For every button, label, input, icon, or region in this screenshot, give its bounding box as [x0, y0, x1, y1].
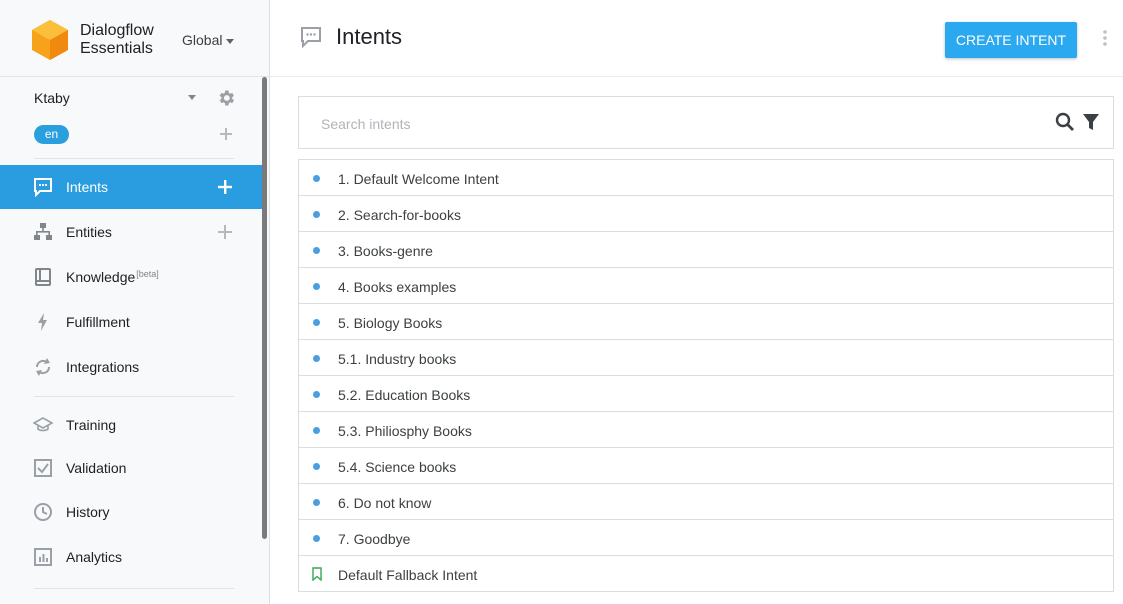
beta-badge: [beta] [136, 269, 159, 279]
region-label: Global [182, 32, 223, 48]
intent-row[interactable]: 5.1. Industry books [299, 340, 1113, 376]
sidebar-item-label: Analytics [66, 549, 123, 565]
search-bar [298, 96, 1114, 149]
status-dot-icon [313, 211, 320, 218]
bar-chart-icon [34, 548, 52, 566]
status-dot-icon [313, 499, 320, 506]
product-name-line1: Dialogflow [80, 22, 154, 39]
sidebar-item-label: Entities [66, 224, 112, 240]
sidebar-scrollbar[interactable] [262, 77, 267, 539]
intent-name: 3. Books-genre [338, 243, 433, 259]
intent-name: Default Fallback Intent [338, 567, 478, 583]
intent-row[interactable]: 6. Do not know [299, 484, 1113, 520]
add-entity-icon[interactable] [217, 224, 233, 240]
sidebar-item-training[interactable]: Training [0, 403, 263, 447]
page-title: Intents [336, 24, 403, 49]
gear-icon[interactable] [216, 88, 236, 108]
intent-list: 1. Default Welcome Intent 2. Search-for-… [298, 159, 1114, 592]
product-name-line2: Essentials [80, 40, 153, 57]
status-dot-icon [313, 283, 320, 290]
brand-header: Dialogflow Essentials Global [0, 0, 270, 77]
status-dot-icon [313, 247, 320, 254]
clock-icon [34, 503, 52, 521]
intent-name: 5. Biology Books [338, 315, 443, 331]
filter-icon[interactable] [1082, 113, 1100, 131]
sidebar-divider [34, 396, 234, 397]
agent-dropdown-icon[interactable] [188, 95, 196, 100]
header-divider [270, 76, 1123, 77]
intent-name: 5.2. Education Books [338, 387, 471, 403]
chat-bubble-icon [301, 27, 321, 48]
status-dot-icon [313, 535, 320, 542]
intent-name: 4. Books examples [338, 279, 457, 295]
add-intent-icon[interactable] [217, 179, 233, 195]
status-dot-icon [313, 175, 320, 182]
sidebar-item-fulfillment[interactable]: Fulfillment [0, 300, 263, 344]
sidebar-item-label: Validation [66, 460, 127, 476]
search-input[interactable] [321, 113, 1021, 135]
intent-name: 6. Do not know [338, 495, 432, 511]
lightning-bolt-icon [38, 313, 47, 331]
status-dot-icon [313, 355, 320, 362]
chat-bubble-icon [34, 178, 52, 197]
product-name: Dialogflow Essentials [80, 22, 154, 58]
knowledge-label: Knowledge [66, 269, 136, 285]
intent-row[interactable]: 5.2. Education Books [299, 376, 1113, 412]
language-badge[interactable]: en [34, 125, 69, 144]
intent-row[interactable]: 5.4. Science books [299, 448, 1113, 484]
intent-name: 5.1. Industry books [338, 351, 457, 367]
intent-row[interactable]: 3. Books-genre [299, 232, 1113, 268]
status-dot-icon [313, 319, 320, 326]
sidebar-item-entities[interactable]: Entities [0, 210, 263, 254]
intent-row[interactable]: 5. Biology Books [299, 304, 1113, 340]
graduation-cap-icon [33, 417, 53, 432]
sidebar-item-history[interactable]: History [0, 490, 263, 534]
sidebar-item-intents[interactable]: Intents [0, 165, 263, 209]
intent-row[interactable]: 4. Books examples [299, 268, 1113, 304]
more-vert-icon[interactable] [1100, 28, 1110, 48]
bookmark-icon [312, 567, 322, 581]
search-icon[interactable] [1055, 112, 1075, 132]
chevron-down-icon [226, 38, 235, 44]
intent-name: 7. Goodbye [338, 531, 411, 547]
sidebar-item-label: Knowledge[beta] [66, 269, 159, 285]
intent-row-fallback[interactable]: Default Fallback Intent [299, 556, 1113, 592]
sidebar-item-validation[interactable]: Validation [0, 446, 263, 490]
sidebar-item-label: Intents [66, 179, 109, 195]
intent-row[interactable]: 5.3. Philiosphy Books [299, 412, 1113, 448]
sidebar-item-label: Integrations [66, 359, 140, 375]
status-dot-icon [313, 391, 320, 398]
sidebar-item-label: Fulfillment [66, 314, 130, 330]
intent-row[interactable]: 1. Default Welcome Intent [299, 160, 1113, 196]
intent-name: 5.4. Science books [338, 459, 457, 475]
intent-name: 5.3. Philiosphy Books [338, 423, 472, 439]
dialogflow-logo-icon [32, 20, 68, 60]
region-selector[interactable]: Global [182, 32, 235, 48]
book-icon [35, 268, 51, 286]
sidebar-divider [34, 588, 234, 589]
sidebar-item-analytics[interactable]: Analytics [0, 535, 263, 579]
intent-row[interactable]: 2. Search-for-books [299, 196, 1113, 232]
intent-name: 2. Search-for-books [338, 207, 461, 223]
intent-row[interactable]: 7. Goodbye [299, 520, 1113, 556]
checkbox-icon [34, 459, 52, 477]
sidebar-item-label: History [66, 504, 110, 520]
status-dot-icon [313, 463, 320, 470]
add-language-icon[interactable] [218, 126, 234, 142]
sidebar: Dialogflow Essentials Global Ktaby en In… [0, 0, 270, 604]
sidebar-item-integrations[interactable]: Integrations [0, 345, 263, 389]
sidebar-item-knowledge[interactable]: Knowledge[beta] [0, 255, 263, 299]
create-intent-button[interactable]: CREATE INTENT [945, 22, 1077, 58]
sidebar-item-label: Training [66, 417, 117, 433]
agent-name[interactable]: Ktaby [34, 90, 70, 106]
sidebar-divider [34, 158, 234, 159]
hierarchy-icon [34, 223, 52, 240]
intent-name: 1. Default Welcome Intent [338, 171, 499, 187]
sync-arrows-icon [35, 358, 51, 376]
status-dot-icon [313, 427, 320, 434]
